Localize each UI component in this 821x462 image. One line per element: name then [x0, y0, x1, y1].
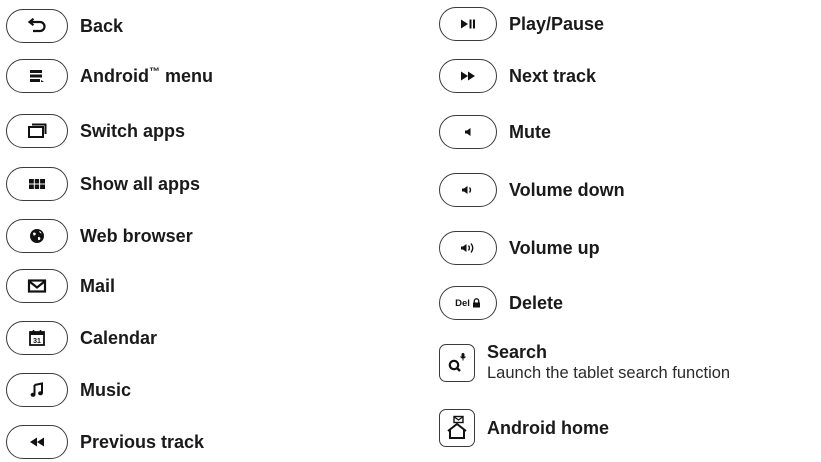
mail-key[interactable]	[6, 269, 68, 303]
android-home-key[interactable]	[439, 409, 475, 447]
del-key-text: Del	[455, 297, 470, 309]
music-note-icon	[30, 382, 43, 397]
volume-down-icon	[462, 186, 472, 194]
key-row-delete: Del Delete	[439, 283, 563, 323]
menu-icon	[30, 70, 44, 82]
key-row-android-menu: Android™ menu	[6, 56, 213, 96]
key-row-mute: Mute	[439, 112, 551, 152]
key-row-volume-up: Volume up	[439, 228, 600, 268]
delete-label: Delete	[509, 292, 564, 313]
speaker-icon	[465, 128, 471, 136]
next-track-label: Next track	[509, 65, 597, 86]
volume-down-key[interactable]	[439, 173, 497, 207]
previous-track-label: Previous track	[80, 431, 205, 452]
grid-icon	[29, 179, 45, 189]
key-row-music: Music	[6, 370, 131, 410]
delete-key[interactable]: Del	[439, 286, 497, 320]
key-row-web-browser: Web browser	[6, 216, 193, 256]
key-row-back: Back	[6, 6, 123, 46]
calendar-key[interactable]: 31	[6, 321, 68, 355]
volume-down-label: Volume down	[509, 179, 625, 200]
volume-up-label: Volume up	[509, 237, 600, 258]
volume-up-icon	[461, 243, 474, 253]
switch-apps-label: Switch apps	[80, 120, 186, 141]
android-menu-label: Android™ menu	[80, 65, 214, 86]
search-text-block: Search Launch the tablet search function	[487, 342, 730, 384]
key-row-previous-track: Previous track	[6, 422, 204, 462]
switch-apps-key[interactable]	[6, 114, 68, 148]
back-label: Back	[80, 15, 124, 36]
web-browser-key[interactable]	[6, 219, 68, 253]
lock-icon	[472, 298, 480, 308]
switch-apps-icon	[28, 123, 47, 138]
music-label: Music	[80, 379, 132, 400]
back-arrow-icon	[27, 18, 46, 33]
key-row-switch-apps: Switch apps	[6, 111, 185, 151]
envelope-icon	[27, 279, 47, 293]
play-pause-icon	[461, 19, 475, 29]
key-row-show-all-apps: Show all apps	[6, 164, 200, 204]
key-row-mail: Mail	[6, 266, 115, 306]
key-row-search: Search Launch the tablet search function	[439, 339, 730, 387]
fast-forward-icon	[461, 71, 475, 81]
calendar-icon: 31	[29, 330, 45, 346]
home-mail-icon	[447, 415, 467, 439]
key-row-android-home: Android home	[439, 404, 609, 452]
globe-icon	[30, 229, 44, 243]
music-key[interactable]	[6, 373, 68, 407]
rewind-icon	[30, 437, 44, 447]
volume-up-key[interactable]	[439, 231, 497, 265]
key-row-play-pause: Play/Pause	[439, 4, 604, 44]
play-pause-key[interactable]	[439, 7, 497, 41]
calendar-icon-day: 31	[33, 338, 41, 345]
mute-key[interactable]	[439, 115, 497, 149]
android-menu-key[interactable]	[6, 59, 68, 93]
previous-track-key[interactable]	[6, 425, 68, 459]
play-pause-label: Play/Pause	[509, 13, 605, 34]
key-row-volume-down: Volume down	[439, 170, 625, 210]
android-home-label: Android home	[487, 417, 609, 438]
search-key[interactable]	[439, 344, 475, 382]
web-browser-label: Web browser	[80, 225, 193, 246]
search-label: Search	[487, 342, 548, 362]
key-row-next-track: Next track	[439, 56, 596, 96]
show-all-apps-key[interactable]	[6, 167, 68, 201]
next-track-key[interactable]	[439, 59, 497, 93]
mail-label: Mail	[80, 275, 116, 296]
search-description: Launch the tablet search function	[487, 364, 731, 382]
key-row-calendar: 31 Calendar	[6, 318, 157, 358]
calendar-label: Calendar	[80, 327, 158, 348]
back-key[interactable]	[6, 9, 68, 43]
show-all-apps-label: Show all apps	[80, 173, 201, 194]
search-mic-icon	[448, 353, 466, 372]
mute-label: Mute	[509, 121, 551, 142]
